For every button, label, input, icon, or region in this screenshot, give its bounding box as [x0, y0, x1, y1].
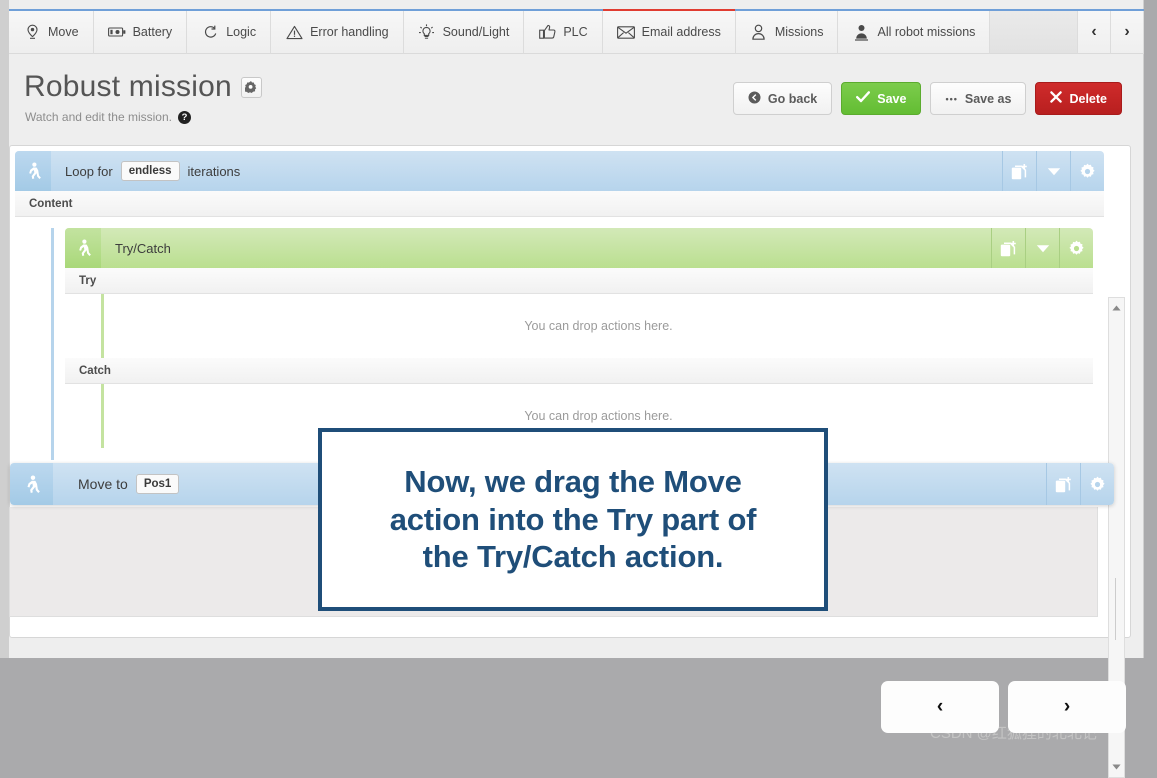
- save-as-button[interactable]: ••• Save as: [930, 82, 1027, 115]
- callout-line-3: the Try/Catch action.: [422, 539, 724, 575]
- move-text: Move to: [78, 476, 128, 492]
- close-icon: [1050, 91, 1063, 106]
- page-subtitle: Watch and edit the mission.: [25, 110, 172, 124]
- trycatch-node-title: Try/Catch: [115, 240, 171, 256]
- instruction-callout: Now, we drag the Move action into the Tr…: [318, 428, 828, 611]
- loop-action-node: Loop for endless iterations Content Try/…: [15, 151, 1104, 460]
- loop-content-label: Content: [15, 191, 1104, 217]
- tab-label: Error handling: [310, 25, 389, 39]
- try-section-label: Try: [65, 268, 1093, 294]
- tabbar-prev-button[interactable]: ‹: [1078, 11, 1111, 54]
- tab-missions[interactable]: Missions: [735, 11, 839, 54]
- gear-icon[interactable]: [240, 76, 262, 98]
- loop-text-after: iterations: [187, 163, 241, 179]
- page-title: Robust mission: [24, 70, 232, 103]
- person-icon: [750, 23, 768, 41]
- delete-button[interactable]: Delete: [1035, 82, 1122, 115]
- tab-label: Sound/Light: [442, 25, 510, 39]
- tab-email-address[interactable]: Email address: [602, 9, 736, 54]
- tabbar-next-button[interactable]: ›: [1111, 11, 1144, 54]
- go-back-button[interactable]: Go back: [732, 82, 833, 115]
- gear-icon[interactable]: [1080, 463, 1114, 505]
- tab-label: Move: [48, 25, 79, 39]
- trycatch-node-tools: [991, 228, 1093, 268]
- scroll-down-icon[interactable]: [1109, 759, 1124, 775]
- duplicate-icon[interactable]: [1002, 151, 1036, 191]
- tab-label: Logic: [226, 25, 257, 39]
- walking-person-icon: [65, 228, 101, 268]
- tab-error-handling[interactable]: Error handling: [271, 11, 404, 54]
- scroll-up-icon[interactable]: [1109, 300, 1124, 316]
- tab-label: Missions: [774, 25, 824, 39]
- loop-node-header[interactable]: Loop for endless iterations: [15, 151, 1104, 191]
- callout-line-1: Now, we drag the Move: [404, 463, 742, 499]
- walking-person-icon: [15, 151, 51, 191]
- help-icon[interactable]: ?: [177, 110, 191, 124]
- tab-battery[interactable]: Battery: [93, 11, 188, 54]
- check-icon: [856, 91, 871, 106]
- catch-section-label: Catch: [65, 358, 1093, 384]
- tab-logic[interactable]: Logic: [187, 11, 272, 54]
- tab-label: Battery: [132, 25, 173, 39]
- scrollbar-thumb[interactable]: [1115, 578, 1116, 640]
- trycatch-node-header[interactable]: Try/Catch: [65, 228, 1093, 268]
- battery-icon: [107, 23, 126, 41]
- page-action-buttons: Go back Save ••• Save as Delete: [732, 82, 1122, 115]
- save-label: Save: [877, 91, 907, 106]
- callout-line-2: action into the Try part of: [389, 501, 757, 537]
- tabbar-spacer: [990, 11, 1078, 54]
- page-subtitle-row: Watch and edit the mission. ?: [25, 110, 191, 124]
- back-circle-icon: [748, 91, 761, 107]
- loop-node-tools: [1002, 151, 1104, 191]
- loop-node-title: Loop for endless iterations: [51, 151, 1002, 191]
- loop-arrow-icon: [201, 23, 219, 41]
- try-body-container: You can drop actions here.: [101, 294, 1093, 358]
- gear-icon[interactable]: [1059, 228, 1093, 268]
- loop-text-before: Loop for: [65, 163, 113, 179]
- ellipsis-icon: •••: [945, 93, 958, 104]
- go-back-label: Go back: [767, 91, 818, 106]
- slide-prev-button[interactable]: ‹: [881, 681, 999, 733]
- tab-all-robot-missions[interactable]: All robot missions: [838, 11, 991, 54]
- move-node-tools: [1046, 463, 1114, 505]
- tab-label: Email address: [641, 25, 721, 39]
- lightbulb-icon: [418, 23, 436, 41]
- trycatch-action-node: Try/Catch Try You can drop actions here.…: [65, 228, 1093, 448]
- loop-iterations-chip[interactable]: endless: [120, 161, 180, 181]
- tab-plc[interactable]: PLC: [524, 11, 603, 54]
- save-as-label: Save as: [964, 91, 1012, 106]
- location-pin-icon: [23, 23, 41, 41]
- warning-triangle-icon: [285, 23, 303, 41]
- tab-label: All robot missions: [877, 25, 976, 39]
- envelope-icon: [616, 23, 635, 41]
- move-position-chip[interactable]: Pos1: [135, 474, 180, 494]
- delete-label: Delete: [1069, 91, 1107, 106]
- instruction-callout-text: Now, we drag the Move action into the Tr…: [390, 463, 757, 576]
- tab-move[interactable]: Move: [9, 11, 94, 54]
- chevron-down-icon[interactable]: [1025, 228, 1059, 268]
- tab-label: PLC: [563, 25, 588, 39]
- slide-next-button[interactable]: ›: [1008, 681, 1126, 733]
- duplicate-icon[interactable]: [991, 228, 1025, 268]
- page-title-row: Robust mission: [24, 70, 262, 104]
- slide-navigation: ‹ ›: [881, 681, 1126, 733]
- thumbs-up-icon: [538, 23, 556, 41]
- chevron-down-icon[interactable]: [1036, 151, 1070, 191]
- save-button[interactable]: Save: [841, 82, 922, 115]
- duplicate-icon[interactable]: [1046, 463, 1080, 505]
- gear-icon[interactable]: [1070, 151, 1104, 191]
- try-dropzone[interactable]: You can drop actions here.: [104, 294, 1093, 358]
- loop-body-container: Try/Catch Try You can drop actions here.…: [51, 228, 1104, 460]
- window-left-edge: [0, 0, 9, 658]
- walking-person-icon: [10, 463, 53, 505]
- action-category-tabbar: Move Battery Logic Error handling Sound/: [9, 9, 1144, 54]
- person-badge-icon: [852, 23, 870, 41]
- tab-sound-light[interactable]: Sound/Light: [403, 11, 525, 54]
